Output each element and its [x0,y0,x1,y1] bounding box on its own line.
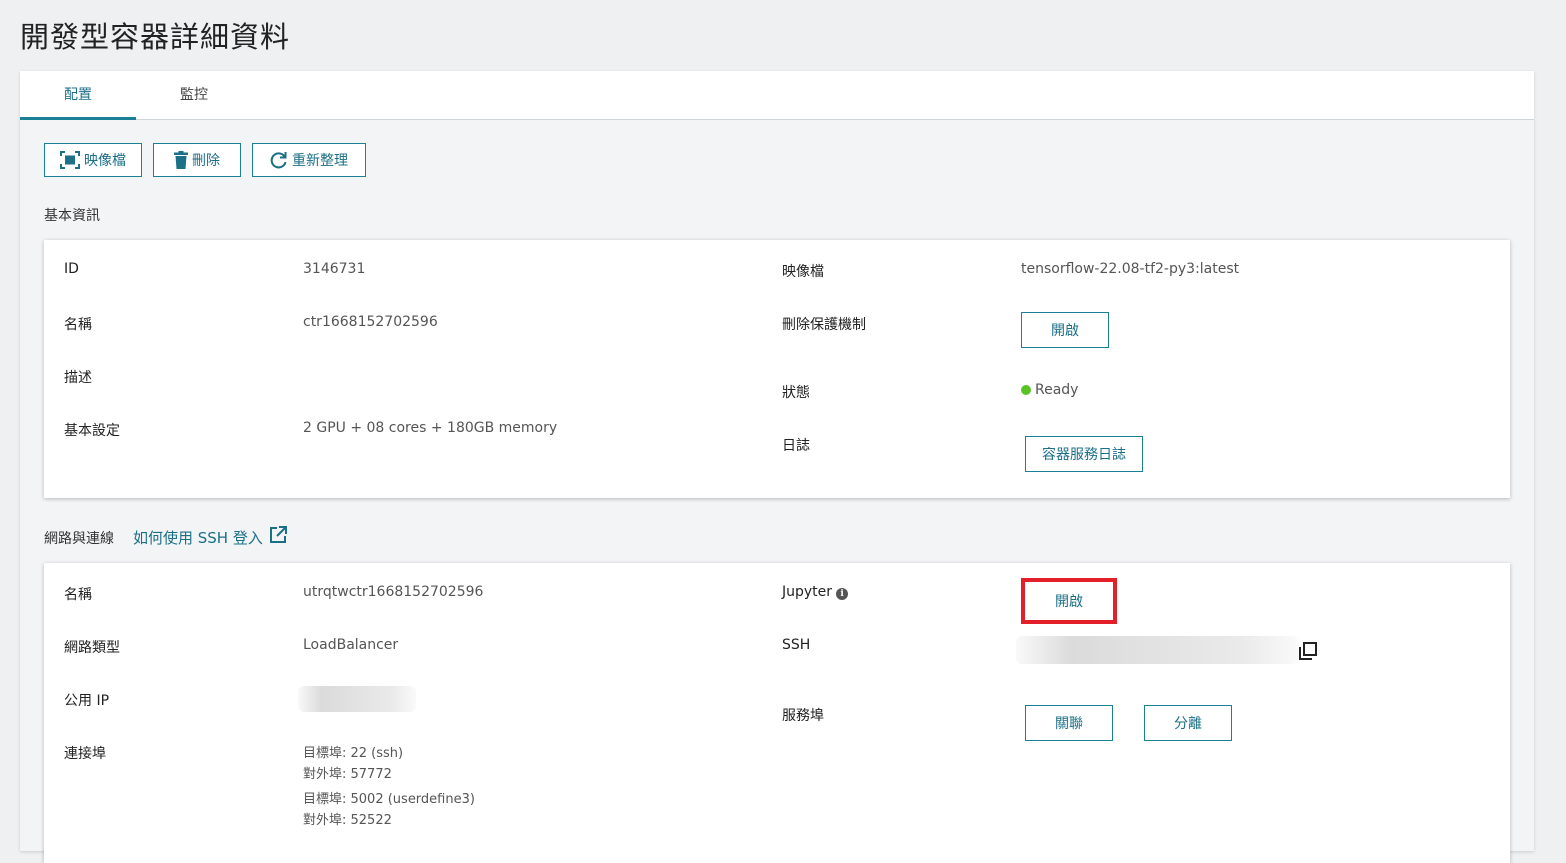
tab-monitoring[interactable]: 監控 [136,71,252,119]
details-panel: 配置 監控 映像檔 刪除 重新整理 基本資訊 ID 3146731 名稱 ctr… [20,71,1534,863]
network-name-value: utrqtwctr1668152702596 [303,584,484,600]
page-title: 開發型容器詳細資料 [20,20,291,54]
image-button[interactable]: 映像檔 [44,143,142,177]
description-label: 描述 [64,370,92,386]
config-label: 基本設定 [64,423,120,439]
jupyter-label-text: Jupyter [782,584,833,600]
ssh-command-redacted [1016,636,1298,664]
name-value: ctr1668152702596 [303,314,438,330]
basic-info-card: ID 3146731 名稱 ctr1668152702596 描述 基本設定 2… [44,240,1510,498]
port-target: 目標埠: 22 (ssh) [303,746,404,761]
port-entry: 目標埠: 5002 (userdefine3) 對外埠: 52522 [303,789,475,831]
service-port-label: 服務埠 [782,708,824,724]
delete-protection-enable-button[interactable]: 開啟 [1021,312,1109,348]
network-name-label: 名稱 [64,587,92,603]
image-value: tensorflow-22.08-tf2-py3:latest [1021,261,1240,277]
trash-icon [174,151,188,169]
basic-info-heading: 基本資訊 [44,208,100,224]
refresh-button[interactable]: 重新整理 [252,143,366,177]
info-icon[interactable]: i [836,588,849,600]
ssh-label: SSH [782,637,811,653]
network-heading: 網路與連線 [44,531,114,547]
associate-button[interactable]: 關聯 [1025,705,1113,741]
delete-protection-label: 刪除保護機制 [782,317,866,333]
log-label: 日誌 [782,438,810,454]
port-external: 對外埠: 52522 [303,813,392,828]
port-target: 目標埠: 5002 (userdefine3) [303,792,475,807]
status-dot-icon [1021,385,1031,395]
disassociate-button[interactable]: 分離 [1144,705,1232,741]
copy-icon[interactable] [1298,641,1318,665]
container-service-log-button[interactable]: 容器服務日誌 [1025,436,1143,472]
image-icon [60,151,80,169]
id-value: 3146731 [303,261,366,277]
status-label: 狀態 [782,385,810,401]
tab-configuration[interactable]: 配置 [20,71,136,120]
jupyter-label: Jupyter i [782,584,849,600]
tab-bar: 配置 監控 [20,71,1534,120]
port-external: 對外埠: 57772 [303,767,392,782]
id-label: ID [64,261,79,277]
public-ip-label: 公用 IP [64,693,110,709]
port-label: 連接埠 [64,746,106,762]
name-label: 名稱 [64,317,92,333]
public-ip-value-redacted [298,686,416,712]
ssh-help-link-text: 如何使用 SSH 登入 [133,528,263,547]
status-indicator: Ready [1021,382,1078,398]
network-type-value: LoadBalancer [303,637,399,653]
delete-button[interactable]: 刪除 [153,143,241,177]
refresh-icon [270,151,288,169]
refresh-button-label: 重新整理 [292,153,348,169]
image-label: 映像檔 [782,264,824,280]
status-value: Ready [1035,382,1079,398]
external-link-icon [269,526,287,548]
jupyter-open-button[interactable]: 開啟 [1025,582,1113,620]
config-value: 2 GPU + 08 cores + 180GB memory [303,420,558,436]
ssh-help-link[interactable]: 如何使用 SSH 登入 [133,526,287,548]
network-card: 名稱 utrqtwctr1668152702596 網路類型 LoadBalan… [44,563,1510,863]
image-button-label: 映像檔 [84,153,126,169]
port-entry: 目標埠: 22 (ssh) 對外埠: 57772 [303,743,403,785]
network-type-label: 網路類型 [64,640,120,656]
delete-button-label: 刪除 [192,153,220,169]
